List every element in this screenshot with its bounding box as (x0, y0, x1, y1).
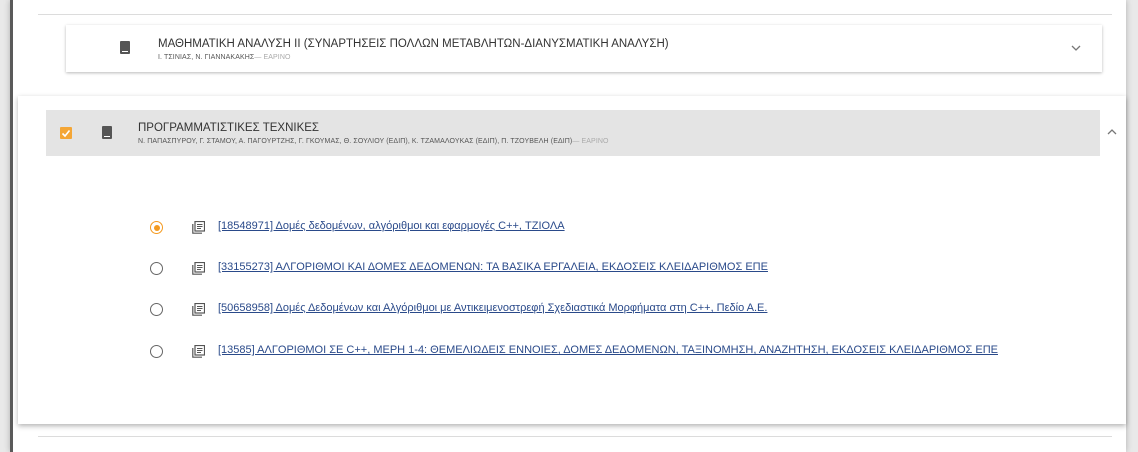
course-header[interactable]: ΠΡΟΓΡΑΜΜΑΤΙΣΤΙΚΕΣ ΤΕΧΝΙΚΕΣ Ν. ΠΑΠΑΣΠΥΡΟΥ… (46, 110, 1100, 156)
course-list-page: ΜΑΘΗΜΑΤΙΚΗ ΑΝΑΛΥΣΗ ΙΙ (ΣΥΝΑΡΤΗΣΕΙΣ ΠΟΛΛΩ… (10, 0, 1126, 452)
radio-button[interactable] (150, 345, 163, 358)
book-link[interactable]: [13585] ΑΛΓΟΡΙΘΜΟΙ ΣΕ C++, ΜΕΡΗ 1-4: ΘΕΜ… (218, 344, 998, 356)
course-panel-programming-techniques: ΠΡΟΓΡΑΜΜΑΤΙΣΤΙΚΕΣ ΤΕΧΝΙΚΕΣ Ν. ΠΑΠΑΣΠΥΡΟΥ… (18, 96, 1126, 424)
book-icon (102, 126, 112, 139)
book-link[interactable]: [18548971] Δομές δεδομένων, αλγόριθμοι κ… (218, 220, 565, 232)
radio-button-selected[interactable] (150, 221, 163, 234)
radio-button[interactable] (150, 303, 163, 316)
book-link[interactable]: [50658958] Δομές Δεδομένων και Αλγόριθμο… (218, 302, 767, 314)
book-option[interactable]: [50658958] Δομές Δεδομένων και Αλγόριθμο… (18, 301, 1118, 321)
radio-button[interactable] (150, 262, 163, 275)
list-icon (192, 345, 205, 358)
course-checkbox[interactable] (60, 127, 72, 139)
chevron-down-icon[interactable] (1070, 42, 1082, 54)
book-icon (120, 41, 130, 54)
course-title: ΠΡΟΓΡΑΜΜΑΤΙΣΤΙΚΕΣ ΤΕΧΝΙΚΕΣ (138, 122, 320, 134)
book-option[interactable]: [33155273] ΑΛΓΟΡΙΘΜΟΙ ΚΑΙ ΔΟΜΕΣ ΔΕΔΟΜΕΝΩ… (18, 260, 1118, 280)
left-border (10, 0, 13, 452)
list-icon (192, 221, 205, 234)
course-title: ΜΑΘΗΜΑΤΙΚΗ ΑΝΑΛΥΣΗ ΙΙ (ΣΥΝΑΡΤΗΣΕΙΣ ΠΟΛΛΩ… (158, 38, 669, 50)
divider (38, 14, 1112, 15)
course-card-math-analysis[interactable]: ΜΑΘΗΜΑΤΙΚΗ ΑΝΑΛΥΣΗ ΙΙ (ΣΥΝΑΡΤΗΣΕΙΣ ΠΟΛΛΩ… (66, 25, 1102, 72)
book-link[interactable]: [33155273] ΑΛΓΟΡΙΘΜΟΙ ΚΑΙ ΔΟΜΕΣ ΔΕΔΟΜΕΝΩ… (218, 261, 768, 273)
chevron-up-icon[interactable] (1106, 126, 1118, 138)
course-term: — ΕΑΡΙΝΟ (254, 54, 291, 61)
book-option[interactable]: [18548971] Δομές δεδομένων, αλγόριθμοι κ… (18, 219, 1118, 239)
course-instructors: Ν. ΠΑΠΑΣΠΥΡΟΥ, Γ. ΣΤΑΜΟΥ, Α. ΠΑΓΟΥΡΤΖΗΣ,… (138, 138, 609, 145)
check-icon (61, 129, 71, 138)
course-instructors: Ι. ΤΣΙΝΙΑΣ, Ν. ΓΙΑΝΝΑΚΑΚΗΣ— ΕΑΡΙΝΟ (158, 54, 291, 61)
list-icon (192, 303, 205, 316)
divider (38, 436, 1112, 437)
course-term: — ΕΑΡΙΝΟ (572, 138, 609, 145)
book-option[interactable]: [13585] ΑΛΓΟΡΙΘΜΟΙ ΣΕ C++, ΜΕΡΗ 1-4: ΘΕΜ… (18, 343, 1118, 363)
list-icon (192, 262, 205, 275)
